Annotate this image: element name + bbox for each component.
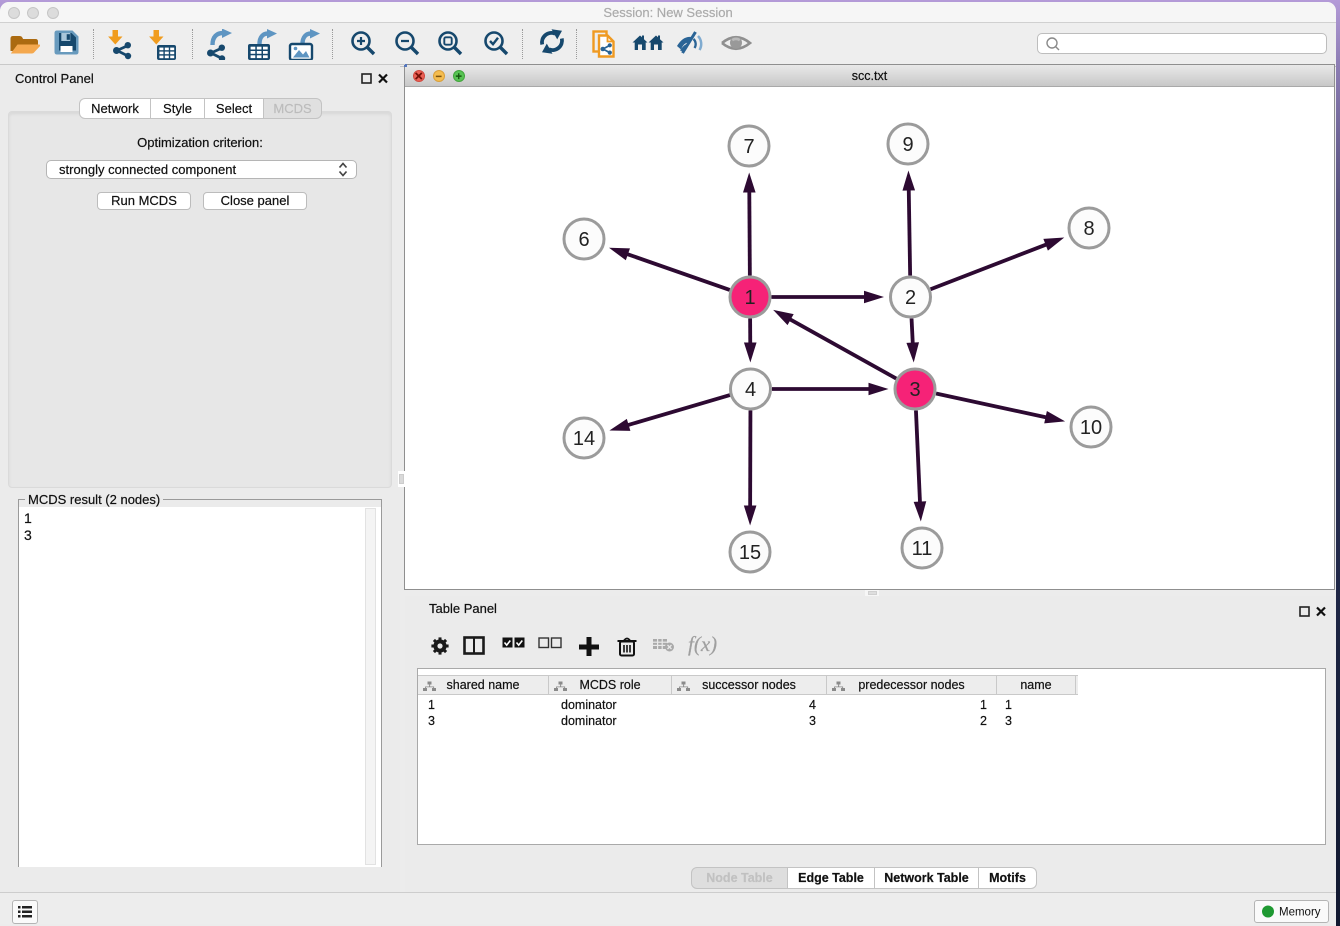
svg-text:1: 1 — [744, 287, 755, 309]
svg-text:2: 2 — [905, 287, 916, 309]
svg-text:14: 14 — [573, 428, 595, 450]
svg-text:3: 3 — [909, 379, 920, 401]
svg-text:6: 6 — [578, 229, 589, 251]
svg-text:10: 10 — [1080, 417, 1102, 439]
svg-text:11: 11 — [912, 538, 933, 560]
svg-text:Memory: Memory — [1279, 907, 1321, 919]
svg-text:7: 7 — [743, 136, 754, 158]
svg-text:4: 4 — [745, 379, 756, 401]
svg-text:15: 15 — [739, 542, 761, 564]
svg-text:9: 9 — [902, 134, 913, 156]
svg-text:8: 8 — [1083, 218, 1094, 240]
